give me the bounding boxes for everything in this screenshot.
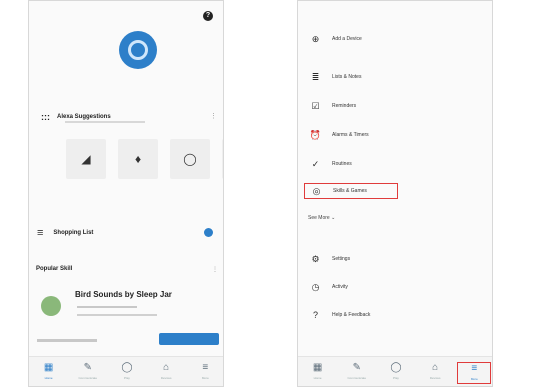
tab-communicate[interactable]: ✎ Communicate — [71, 362, 105, 384]
more-icon: ≡ — [471, 363, 478, 374]
popular-skill-title: Popular Skill — [36, 266, 73, 272]
list-icon: ≡ — [37, 227, 44, 239]
list-icon: ≣ — [311, 71, 320, 82]
devices-icon: ⌂ — [163, 362, 170, 373]
add-icon[interactable] — [204, 228, 213, 237]
skill-card[interactable]: Bird Sounds by Sleep Jar — [39, 286, 219, 326]
menu-item-label: Alarms & Timers — [332, 132, 369, 138]
alarm-icon: ⏰ — [309, 129, 322, 140]
tab-label: Communicate — [347, 376, 367, 380]
menu-item-label: Activity — [332, 284, 348, 290]
menu-item-skills-games[interactable]: ◎ Skills & Games — [304, 183, 398, 199]
menu-item-label: Reminders — [332, 103, 357, 109]
tab-play[interactable]: ◯ Play — [379, 362, 413, 384]
more-options-icon[interactable]: ⋮ — [210, 112, 217, 120]
menu-item-label: Skills & Games — [333, 188, 367, 194]
speaker-icon[interactable]: ◢ — [66, 139, 106, 179]
alexa-suggestions-header[interactable]: ::: Alexa Suggestions ⋮ — [29, 104, 223, 130]
more-options-icon[interactable]: ⋮ — [212, 266, 218, 273]
play-icon: ◯ — [121, 362, 133, 373]
menu-item-routines[interactable]: ✓ Routines — [304, 156, 488, 172]
alexa-ring-icon — [128, 40, 148, 60]
menu-item-settings[interactable]: ⚙ Settings — [304, 251, 488, 267]
status-bar — [29, 1, 223, 9]
tab-more[interactable]: ≡ More — [188, 362, 222, 384]
tab-home[interactable]: ▦ Home — [301, 362, 335, 384]
plus-circle-icon: ⊕ — [311, 33, 320, 44]
devices-icon: ⌂ — [432, 362, 439, 373]
bottom-tab-bar: ▦ Home ✎ Communicate ◯ Play ⌂ Devices ≡ … — [298, 356, 492, 386]
help-icon: ? — [312, 310, 318, 320]
communicate-icon: ✎ — [83, 362, 92, 373]
menu-item-label: Help & Feedback — [332, 312, 371, 318]
alexa-ring-icon[interactable]: ◯ — [170, 139, 210, 179]
skill-thumbnail — [41, 296, 61, 316]
shopping-list-title: Shopping List — [53, 230, 94, 236]
skill-title: Bird Sounds by Sleep Jar — [75, 290, 172, 299]
see-more-link[interactable]: See More ⌄ — [308, 215, 335, 221]
bottom-tab-bar: ▦ Home ✎ Communicate ◯ Play ⌂ Devices ≡ … — [29, 356, 223, 386]
tab-label: Devices — [429, 376, 441, 380]
device-label — [66, 186, 106, 189]
device-label — [222, 186, 223, 189]
popular-skill-header: Popular Skill ⋮ — [29, 263, 223, 275]
tab-label: Play — [124, 376, 130, 380]
status-bar — [298, 1, 492, 9]
lightbulb-icon[interactable]: ♦ — [118, 139, 158, 179]
tab-label: More — [201, 376, 209, 380]
tab-devices[interactable]: ⌂ Devices — [418, 362, 452, 384]
menu-item-alarms-timers[interactable]: ⏰ Alarms & Timers — [304, 127, 488, 143]
device-labels — [66, 186, 223, 189]
menu-item-label: Settings — [332, 256, 351, 262]
menu-item-reminders[interactable]: ☑ Reminders — [304, 98, 488, 114]
tab-label: Home — [44, 376, 53, 380]
menu-item-label: Add a Device — [332, 36, 362, 42]
communicate-icon: ✎ — [352, 362, 361, 373]
reminder-icon: ☑ — [311, 100, 320, 111]
more-icon: ≡ — [202, 362, 209, 373]
shopping-list-card[interactable]: ≡ Shopping List — [29, 223, 223, 243]
device-label — [170, 186, 210, 189]
skill-action-button[interactable] — [159, 333, 219, 345]
suggestions-icon: ::: — [41, 112, 50, 122]
tab-label: Communicate — [78, 376, 98, 380]
skills-icon: ◎ — [312, 185, 321, 196]
tab-label: Home — [313, 376, 322, 380]
suggestions-subtitle — [65, 121, 145, 123]
tab-label: Play — [393, 376, 399, 380]
menu-item-add-device[interactable]: ⊕ Add a Device — [304, 31, 488, 47]
device-label — [118, 186, 158, 189]
menu-item-help-feedback[interactable]: ? Help & Feedback — [304, 307, 488, 323]
skill-action-bar — [31, 333, 221, 347]
skill-action-text — [37, 338, 97, 342]
routine-icon: ✓ — [311, 158, 320, 169]
device-suggestion-list: ◢ ♦ ◯ ▮ — [66, 139, 223, 179]
home-icon: ▦ — [312, 362, 323, 373]
help-icon[interactable]: ? — [203, 11, 213, 21]
tab-more[interactable]: ≡ More — [457, 362, 492, 384]
menu-item-label: Routines — [332, 161, 352, 167]
tab-label: Devices — [160, 376, 172, 380]
tab-devices[interactable]: ⌂ Devices — [149, 362, 183, 384]
more-menu-screen: ⊕ Add a Device ≣ Lists & Notes ☑ Reminde… — [297, 0, 493, 387]
menu-item-label: Lists & Notes — [332, 74, 362, 80]
menu-item-lists-notes[interactable]: ≣ Lists & Notes — [304, 69, 488, 85]
menu-item-activity[interactable]: ◷ Activity — [304, 279, 488, 295]
skill-description — [77, 306, 137, 308]
tab-communicate[interactable]: ✎ Communicate — [340, 362, 374, 384]
phone-icon[interactable]: ▮ — [222, 139, 223, 179]
tab-label: More — [470, 377, 478, 381]
tab-play[interactable]: ◯ Play — [110, 362, 144, 384]
activity-icon: ◷ — [311, 281, 320, 292]
home-icon: ▦ — [43, 362, 54, 373]
home-screen: ? ::: Alexa Suggestions ⋮ ◢ ♦ ◯ ▮ ≡ Shop… — [28, 0, 224, 387]
alexa-button[interactable] — [119, 31, 157, 69]
tab-home[interactable]: ▦ Home — [32, 362, 66, 384]
greeting-text — [89, 75, 185, 79]
skill-description — [77, 314, 157, 316]
gear-icon: ⚙ — [311, 253, 320, 264]
play-icon: ◯ — [390, 362, 402, 373]
suggestions-title: Alexa Suggestions — [57, 114, 111, 120]
